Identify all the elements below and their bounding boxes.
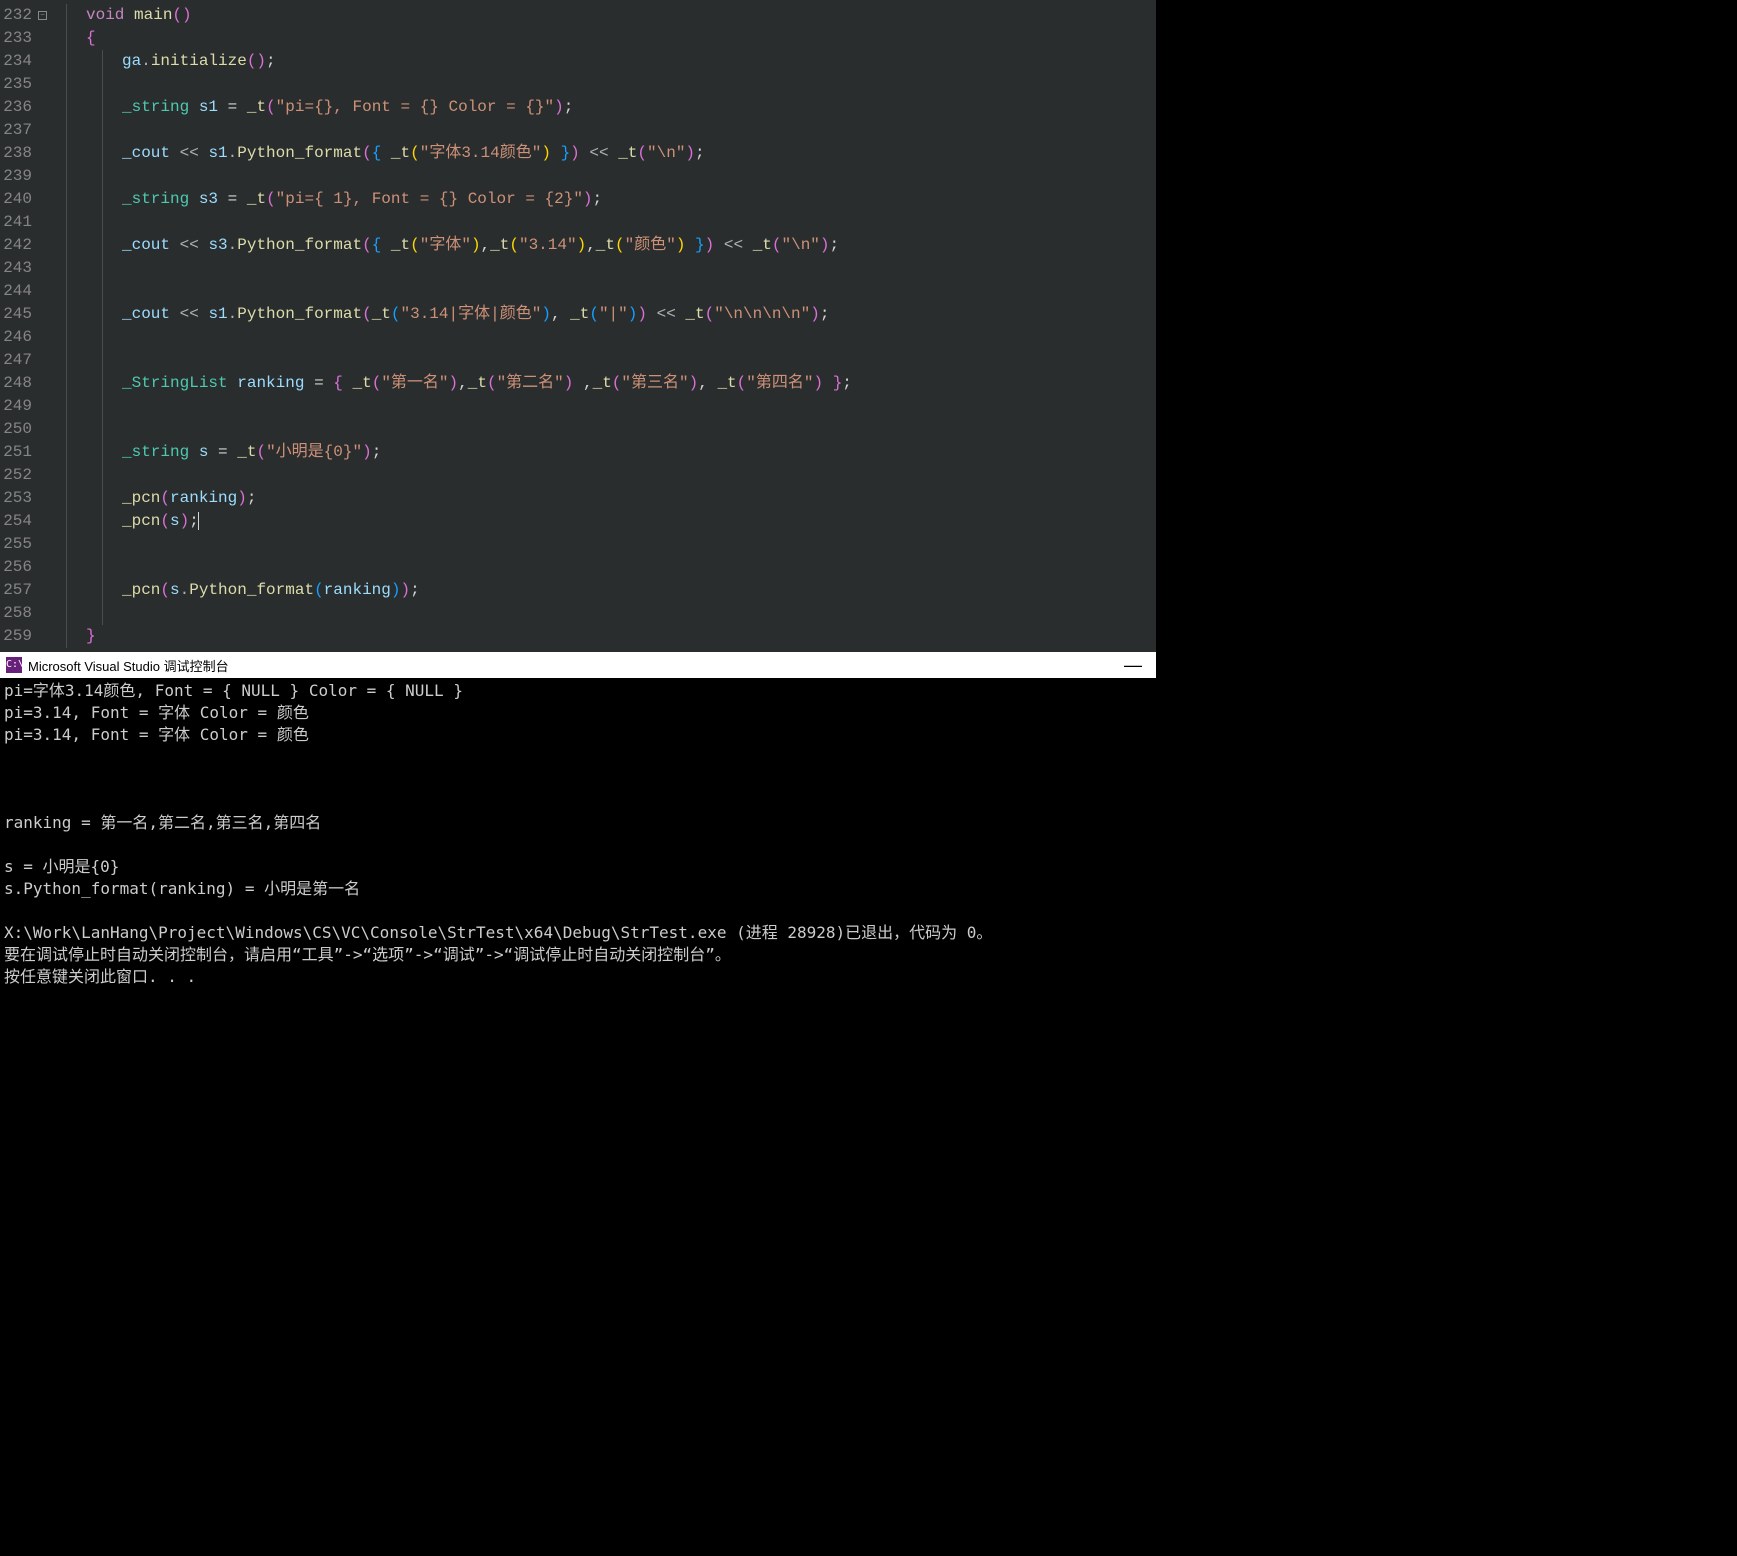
- code-line[interactable]: 235: [0, 73, 1156, 96]
- line-number: 259: [0, 625, 50, 648]
- code-line[interactable]: 234 ga.initialize();: [0, 50, 1156, 73]
- code-line[interactable]: 251 _string s = _t("小明是{0}");: [0, 441, 1156, 464]
- console-output[interactable]: pi=字体3.14颜色, Font = { NULL } Color = { N…: [0, 678, 1156, 1048]
- code-line[interactable]: 238 _cout << s1.Python_format({ _t("字体3.1…: [0, 142, 1156, 165]
- code-editor[interactable]: 232−void main()233{234ga.initialize();23…: [0, 0, 1156, 652]
- code-line[interactable]: 246: [0, 326, 1156, 349]
- code-line[interactable]: 247: [0, 349, 1156, 372]
- code-content[interactable]: _cout << s1.Python_format({ _t("字体3.14颜色…: [122, 142, 705, 165]
- code-line[interactable]: 259}: [0, 625, 1156, 648]
- line-number: 247: [0, 349, 50, 372]
- line-number: 243: [0, 257, 50, 280]
- code-line[interactable]: 257 _pcn(s.Python_format(ranking));: [0, 579, 1156, 602]
- code-content[interactable]: _string s3 = _t("pi={ 1}, Font = {} Colo…: [122, 188, 602, 211]
- line-number: 234: [0, 50, 50, 73]
- line-number: 252: [0, 464, 50, 487]
- code-content[interactable]: void main(): [86, 4, 192, 27]
- line-number: 236: [0, 96, 50, 119]
- code-line[interactable]: 233 {: [0, 27, 1156, 50]
- code-line[interactable]: 255: [0, 533, 1156, 556]
- outline-collapse-icon[interactable]: −: [38, 11, 47, 20]
- text-cursor: [198, 512, 199, 530]
- code-line[interactable]: 253 _pcn(ranking);: [0, 487, 1156, 510]
- vs-icon: C:\: [6, 657, 22, 673]
- line-number: 245: [0, 303, 50, 326]
- code-line[interactable]: 245 _cout << s1.Python_format(_t("3.14|字体…: [0, 303, 1156, 326]
- code-line[interactable]: 243: [0, 257, 1156, 280]
- code-line[interactable]: 241: [0, 211, 1156, 234]
- line-number: 255: [0, 533, 50, 556]
- minimize-icon[interactable]: —: [1116, 658, 1150, 672]
- line-number: 249: [0, 395, 50, 418]
- line-number: 242: [0, 234, 50, 257]
- line-number: 251: [0, 441, 50, 464]
- line-number: 246: [0, 326, 50, 349]
- code-line[interactable]: 249: [0, 395, 1156, 418]
- code-content[interactable]: _pcn(ranking);: [122, 487, 256, 510]
- code-line[interactable]: 252: [0, 464, 1156, 487]
- line-number: 241: [0, 211, 50, 234]
- code-line[interactable]: 250: [0, 418, 1156, 441]
- code-content[interactable]: ga.initialize();: [122, 50, 276, 73]
- line-number: 253: [0, 487, 50, 510]
- code-content[interactable]: _cout << s3.Python_format({ _t("字体"),_t(…: [122, 234, 839, 257]
- line-number: 240: [0, 188, 50, 211]
- code-content[interactable]: _string s = _t("小明是{0}");: [122, 441, 381, 464]
- code-content[interactable]: _cout << s1.Python_format(_t("3.14|字体|颜色…: [122, 303, 829, 326]
- console-title: Microsoft Visual Studio 调试控制台: [28, 656, 229, 675]
- code-line[interactable]: 254 _pcn(s);: [0, 510, 1156, 533]
- code-line[interactable]: 232−void main(): [0, 4, 1156, 27]
- line-number: 239: [0, 165, 50, 188]
- line-number: 257: [0, 579, 50, 602]
- line-number: 254: [0, 510, 50, 533]
- line-number: 233: [0, 27, 50, 50]
- line-number: 250: [0, 418, 50, 441]
- code-line[interactable]: 237: [0, 119, 1156, 142]
- code-content[interactable]: }: [86, 625, 96, 648]
- code-line[interactable]: 236 _string s1 = _t("pi={}, Font = {} Col…: [0, 96, 1156, 119]
- code-line[interactable]: 256: [0, 556, 1156, 579]
- line-number: 237: [0, 119, 50, 142]
- code-line[interactable]: 239: [0, 165, 1156, 188]
- code-line[interactable]: 258: [0, 602, 1156, 625]
- line-number: 256: [0, 556, 50, 579]
- code-content[interactable]: _pcn(s);: [122, 510, 199, 533]
- code-line[interactable]: 242 _cout << s3.Python_format({ _t("字体"),…: [0, 234, 1156, 257]
- code-content[interactable]: _pcn(s.Python_format(ranking));: [122, 579, 420, 602]
- line-number: 248: [0, 372, 50, 395]
- code-content[interactable]: _string s1 = _t("pi={}, Font = {} Color …: [122, 96, 573, 119]
- code-line[interactable]: 240 _string s3 = _t("pi={ 1}, Font = {} C…: [0, 188, 1156, 211]
- line-number: 235: [0, 73, 50, 96]
- console-titlebar[interactable]: C:\ Microsoft Visual Studio 调试控制台 —: [0, 652, 1156, 678]
- line-number: 258: [0, 602, 50, 625]
- code-line[interactable]: 248 _StringList ranking = { _t("第一名"),_t(…: [0, 372, 1156, 395]
- line-number: 244: [0, 280, 50, 303]
- line-number: 238: [0, 142, 50, 165]
- code-content[interactable]: _StringList ranking = { _t("第一名"),_t("第二…: [122, 372, 852, 395]
- code-content[interactable]: {: [86, 27, 96, 50]
- code-line[interactable]: 244: [0, 280, 1156, 303]
